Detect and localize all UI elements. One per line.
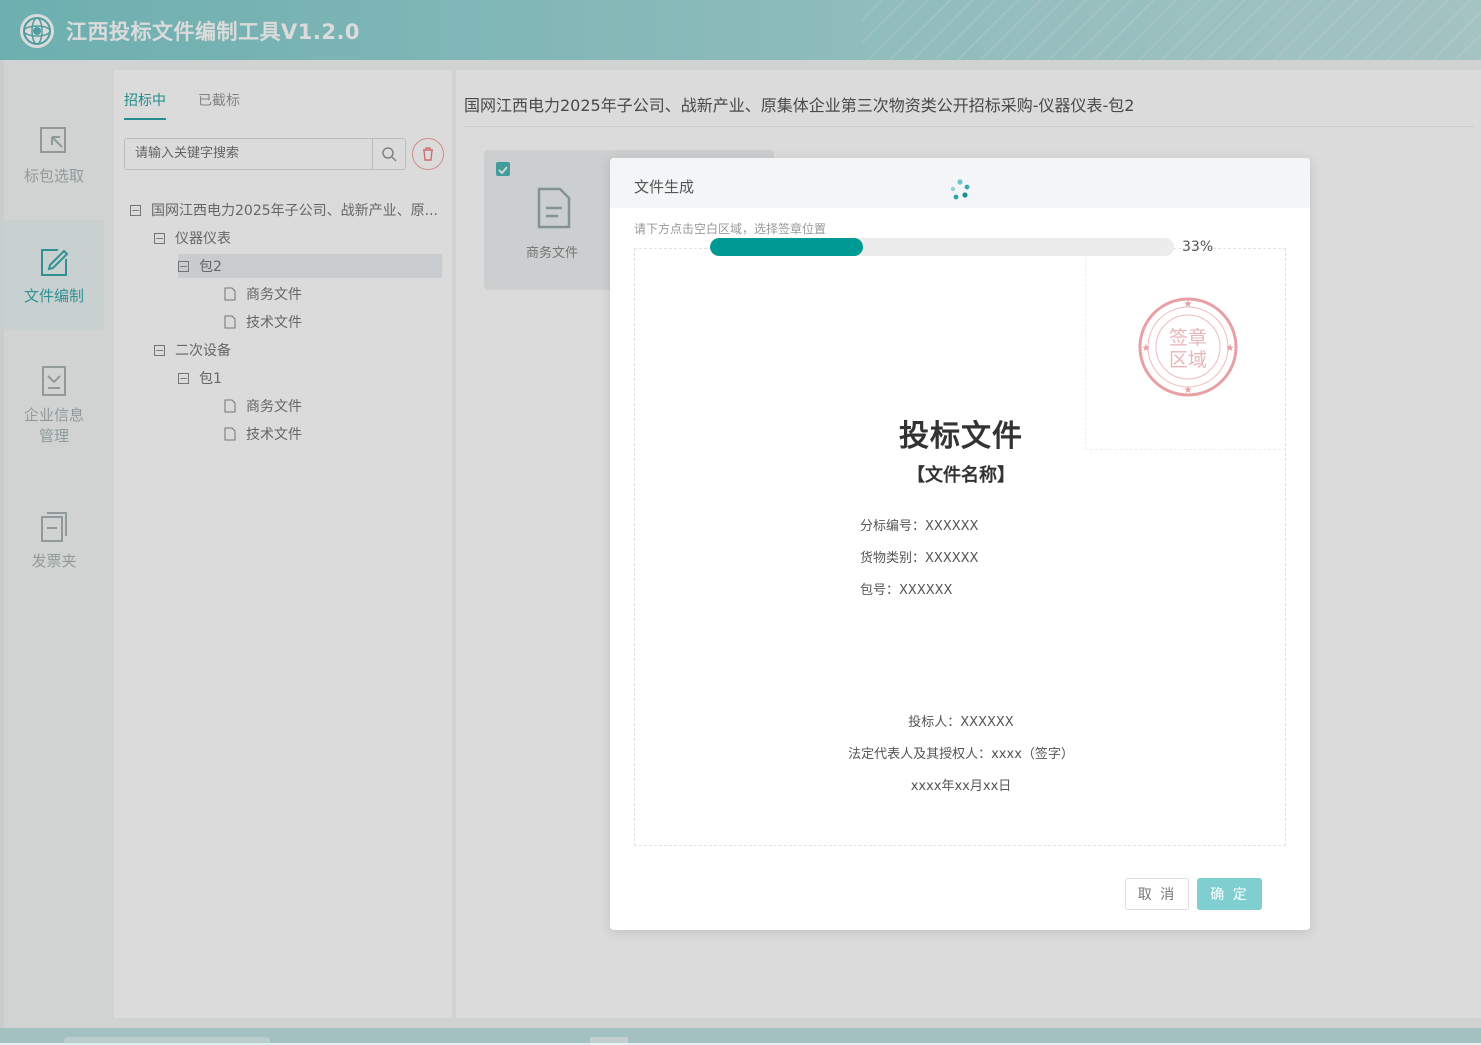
document-subtitle: 【文件名称】 <box>907 465 1015 486</box>
cancel-button[interactable]: 取 消 <box>1125 878 1189 910</box>
svg-text:★: ★ <box>1142 343 1151 354</box>
date-line: xxxx年xx月xx日 <box>910 779 1012 794</box>
confirm-button[interactable]: 确 定 <box>1197 878 1262 910</box>
progress-fill <box>710 238 864 256</box>
progress-bar <box>710 238 1174 256</box>
loading-spinner-icon <box>950 179 970 200</box>
seal-hint: 请下方点击空白区域，选择签章位置 <box>634 222 827 236</box>
file-generate-dialog: 文件生成 请下方点击空白区域，选择签章位置 ★ ★ ★ ★ 签章 区域 投标文件 <box>610 158 1310 930</box>
svg-text:★: ★ <box>1184 385 1193 396</box>
seal-text: 区域 <box>1169 349 1207 371</box>
field-lot-number: 分标编号：XXXXXX <box>860 519 979 534</box>
document-preview[interactable]: ★ ★ ★ ★ 签章 区域 投标文件 【文件名称】 分标编号：XXXXXX 货物… <box>634 248 1286 846</box>
dialog-title: 文件生成 <box>634 178 695 196</box>
progress-percent: 33% <box>1182 239 1214 255</box>
svg-text:★: ★ <box>1184 299 1193 310</box>
seal-text: 签章 <box>1169 327 1207 349</box>
document-title: 投标文件 <box>899 419 1023 454</box>
bidder-line: 投标人：XXXXXX <box>908 715 1014 730</box>
field-package-number: 包号：XXXXXX <box>860 583 953 598</box>
representative-line: 法定代表人及其授权人：xxxx（签字） <box>848 747 1074 762</box>
field-goods-category: 货物类别：XXXXXX <box>860 551 979 566</box>
seal-stamp-icon: ★ ★ ★ ★ 签章 区域 <box>1138 297 1238 397</box>
dialog-header: 文件生成 <box>610 158 1310 208</box>
svg-text:★: ★ <box>1226 343 1235 354</box>
